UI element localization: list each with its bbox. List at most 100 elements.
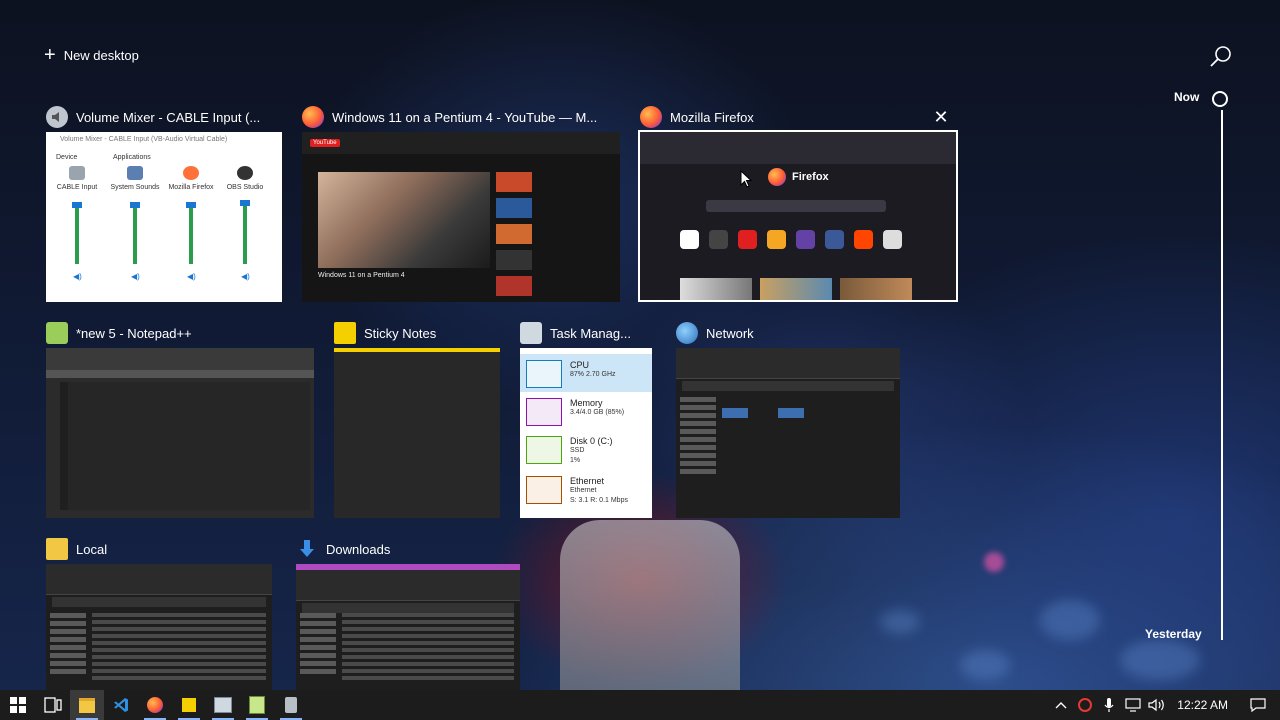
task-manager-icon xyxy=(520,322,542,344)
firefox-icon xyxy=(640,106,662,128)
plus-icon: + xyxy=(44,44,56,66)
window-header: Mozilla Firefox xyxy=(640,102,920,132)
window-thumbnail[interactable] xyxy=(46,348,314,518)
timeline-scrollbar[interactable] xyxy=(1221,110,1223,640)
sticky-notes-icon xyxy=(182,698,196,712)
perf-item-memory: Memory 3.4/4.0 GB (85%) xyxy=(520,392,652,430)
volume-slider[interactable] xyxy=(72,202,82,208)
window-thumbnail[interactable] xyxy=(46,564,272,690)
firefox-icon xyxy=(768,168,786,186)
recommended-stories xyxy=(680,278,912,300)
task-view-window-task-manager[interactable]: Task Manag... CPU 87% 2.70 GHz Memory 3.4/… xyxy=(520,318,654,518)
window-thumbnail[interactable]: YouTube Windows 11 on a Pentium 4 xyxy=(302,132,620,302)
vscode-icon xyxy=(114,698,128,712)
task-view-window-volume-mixer[interactable]: Volume Mixer - CABLE Input (... Volume M… xyxy=(46,102,282,302)
channel-system-sounds: System Sounds xyxy=(110,166,160,191)
folder-icon xyxy=(46,538,68,560)
volume-icon[interactable] xyxy=(1145,690,1169,720)
timeline-now-marker[interactable] xyxy=(1212,91,1228,107)
firefox-logo: Firefox xyxy=(768,168,829,186)
window-thumbnail[interactable]: Volume Mixer - CABLE Input (VB-Audio Vir… xyxy=(46,132,282,302)
video-player xyxy=(318,172,490,268)
video-title: Windows 11 on a Pentium 4 xyxy=(318,272,405,279)
taskbar-vscode[interactable] xyxy=(104,690,138,720)
speaker-icon xyxy=(46,106,68,128)
top-sites xyxy=(680,230,902,249)
window-title: Task Manag... xyxy=(550,325,631,341)
mute-icon[interactable]: ◀) xyxy=(187,272,196,281)
applications-header: Applications xyxy=(113,154,151,161)
action-center-notification-icon[interactable] xyxy=(1236,690,1280,720)
network-icon xyxy=(676,322,698,344)
microphone-icon[interactable] xyxy=(1097,690,1121,720)
window-header: Local xyxy=(46,534,272,564)
window-thumbnail[interactable]: Firefox xyxy=(638,130,958,302)
task-view-window-local[interactable]: Local xyxy=(46,534,272,690)
show-hidden-icons-chevron-up-icon[interactable] xyxy=(1049,690,1073,720)
network-status-icon[interactable] xyxy=(1121,690,1145,720)
task-view-window-notepad[interactable]: *new 5 - Notepad++ xyxy=(46,318,314,518)
channel-cable-input: CABLE Input xyxy=(52,166,102,191)
taskbar-sticky-notes[interactable] xyxy=(172,690,206,720)
mute-icon[interactable]: ◀) xyxy=(73,272,82,281)
volume-slider[interactable] xyxy=(186,202,196,208)
window-header: *new 5 - Notepad++ xyxy=(46,318,314,348)
taskbar-firefox[interactable] xyxy=(138,690,172,720)
task-view-window-network[interactable]: Network xyxy=(676,318,900,518)
notepad-plus-plus-icon xyxy=(249,696,265,714)
window-thumbnail[interactable] xyxy=(296,564,520,690)
volume-slider[interactable] xyxy=(130,202,140,208)
firefox-icon xyxy=(183,166,199,180)
search-icon[interactable] xyxy=(1208,44,1234,70)
window-thumbnail[interactable] xyxy=(676,348,900,518)
volume-slider[interactable] xyxy=(240,200,250,206)
window-title: *new 5 - Notepad++ xyxy=(76,325,192,341)
cable-icon xyxy=(69,166,85,180)
volume-bar xyxy=(243,204,247,264)
volume-bar xyxy=(133,204,137,264)
window-title: Downloads xyxy=(326,541,391,557)
mouse-cursor-icon xyxy=(740,170,752,188)
window-header: Volume Mixer - CABLE Input (... xyxy=(46,102,282,132)
channel-firefox: Mozilla Firefox xyxy=(166,166,216,191)
start-button[interactable] xyxy=(0,690,36,720)
new-desktop-label: New desktop xyxy=(63,47,139,63)
task-view-button[interactable] xyxy=(36,690,70,720)
recording-status-icon[interactable] xyxy=(1073,690,1097,720)
window-thumbnail[interactable] xyxy=(334,348,500,518)
task-view-header: + New desktop xyxy=(0,0,1280,90)
window-header: Downloads xyxy=(296,534,520,564)
window-header: Windows 11 on a Pentium 4 - YouTube — M.… xyxy=(302,102,602,132)
window-title: Local xyxy=(76,541,108,557)
timeline-yesterday-label[interactable]: Yesterday xyxy=(1145,627,1202,641)
window-title: Sticky Notes xyxy=(364,325,437,341)
task-view-window-youtube[interactable]: Windows 11 on a Pentium 4 - YouTube — M.… xyxy=(302,102,620,302)
taskbar-volume-mixer[interactable] xyxy=(274,690,308,720)
close-window-icon[interactable]: ✕ xyxy=(930,106,952,128)
window-header: Network xyxy=(676,318,900,348)
window-title: Mozilla Firefox xyxy=(670,109,754,125)
new-desktop-button[interactable]: + New desktop xyxy=(44,42,139,68)
mute-icon[interactable]: ◀) xyxy=(241,272,250,281)
system-sounds-icon xyxy=(127,166,143,180)
firefox-icon xyxy=(302,106,324,128)
volume-bar xyxy=(75,204,79,264)
task-view-window-sticky-notes[interactable]: Sticky Notes xyxy=(334,318,500,518)
recommended-list xyxy=(496,172,616,302)
youtube-logo: YouTube xyxy=(310,139,340,147)
speaker-icon xyxy=(285,697,297,713)
taskbar-task-manager[interactable] xyxy=(206,690,240,720)
thumbnail-title: Volume Mixer - CABLE Input (VB-Audio Vir… xyxy=(60,136,228,143)
window-thumbnail[interactable]: CPU 87% 2.70 GHz Memory 3.4/4.0 GB (85%) D… xyxy=(520,348,652,518)
browser-toolbar xyxy=(640,132,956,164)
task-view-icon xyxy=(44,697,62,713)
window-title: Windows 11 on a Pentium 4 - YouTube — M.… xyxy=(332,109,598,125)
taskbar-clock[interactable]: 12:22 AM xyxy=(1169,698,1236,712)
mute-icon[interactable]: ◀) xyxy=(131,272,140,281)
taskbar-notepad-plus-plus[interactable] xyxy=(240,690,274,720)
downloads-folder-icon xyxy=(296,538,318,560)
task-view-window-firefox[interactable]: Mozilla Firefox ✕ Firefox xyxy=(638,102,958,302)
task-view-window-downloads[interactable]: Downloads xyxy=(296,534,520,690)
taskbar-file-explorer[interactable] xyxy=(70,690,104,720)
firefox-search-box xyxy=(706,200,886,212)
